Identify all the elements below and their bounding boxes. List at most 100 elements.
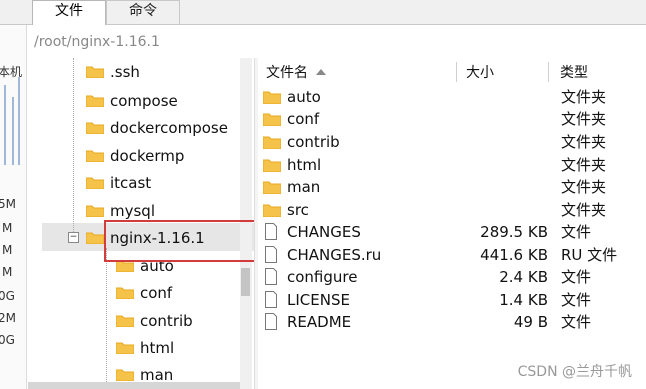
- file-name: configure: [287, 268, 358, 286]
- side-bar-graph: [18, 77, 20, 165]
- collapse-toggle-icon[interactable]: −: [68, 232, 79, 243]
- tree-item[interactable]: conf: [116, 281, 172, 305]
- file-row[interactable]: LICENSE 1.4 KB 文件: [258, 289, 646, 311]
- file-row[interactable]: CHANGES.ru 441.6 KB RU 文件: [258, 244, 646, 266]
- tree-item[interactable]: .ssh: [86, 60, 140, 84]
- side-bar-graph: [4, 85, 6, 165]
- file-name: README: [287, 313, 352, 331]
- file-name: conf: [287, 110, 320, 128]
- tree-item-label: compose: [110, 92, 178, 110]
- folder-icon: [86, 122, 104, 134]
- tree-item-label: .ssh: [110, 63, 140, 81]
- file-name: auto: [287, 88, 321, 106]
- folder-icon: [263, 159, 281, 172]
- column-header-size[interactable]: 大小: [466, 58, 494, 88]
- folder-icon: [263, 91, 281, 104]
- file-type: 文件夹: [561, 156, 607, 174]
- file-size: 2.4 KB: [499, 268, 548, 286]
- file-type: 文件: [561, 268, 592, 286]
- folder-icon: [86, 177, 104, 189]
- path-bar[interactable]: /root/nginx-1.16.1: [32, 25, 646, 57]
- side-bar-graph: [12, 97, 14, 165]
- tree-item[interactable]: compose: [86, 89, 178, 113]
- file-type: 文件: [561, 291, 592, 309]
- folder-icon: [263, 136, 281, 149]
- tree-guide-line: [73, 58, 74, 236]
- side-value: 0G: [0, 289, 15, 303]
- sort-ascending-icon: [316, 69, 326, 75]
- folder-icon: [263, 204, 281, 217]
- file-size: 289.5 KB: [480, 223, 548, 241]
- file-size: 1.4 KB: [499, 291, 548, 309]
- file-name: contrib: [287, 133, 340, 151]
- file-row[interactable]: html 文件夹: [258, 154, 646, 176]
- column-separator[interactable]: [548, 62, 549, 82]
- tree-scrollbar-thumb[interactable]: [241, 268, 250, 296]
- folder-icon: [116, 342, 134, 354]
- left-side-panel: 本机 5M M M M 0G 2M 0G: [0, 25, 27, 389]
- folder-icon: [86, 150, 104, 162]
- folder-icon: [86, 66, 104, 78]
- tree-item[interactable]: dockercompose: [86, 116, 228, 140]
- file-size: 441.6 KB: [480, 246, 548, 264]
- folder-icon: [86, 95, 104, 107]
- tree-item[interactable]: contrib: [116, 309, 193, 333]
- tree-item-label: itcast: [110, 174, 152, 192]
- file-type: 文件夹: [561, 178, 607, 196]
- file-type: 文件夹: [561, 110, 607, 128]
- file-type: 文件: [561, 223, 592, 241]
- document-icon: [265, 268, 277, 285]
- file-name: CHANGES.ru: [287, 246, 382, 264]
- document-icon: [265, 313, 277, 330]
- side-value: M: [2, 221, 13, 235]
- file-name: man: [287, 178, 321, 196]
- tab-files[interactable]: 文件: [32, 0, 106, 25]
- file-row[interactable]: contrib 文件夹: [258, 131, 646, 153]
- folder-icon: [86, 205, 104, 217]
- file-row[interactable]: README 49 B 文件: [258, 311, 646, 333]
- tree-horizontal-scrollbar[interactable]: [28, 382, 240, 389]
- tree-item-label: contrib: [140, 312, 193, 330]
- tree-item[interactable]: itcast: [86, 171, 151, 195]
- folder-icon: [116, 315, 134, 327]
- side-value: M: [2, 243, 13, 257]
- folder-icon: [116, 369, 134, 381]
- file-row[interactable]: man 文件夹: [258, 176, 646, 198]
- file-type: 文件: [561, 313, 592, 331]
- file-type: 文件夹: [561, 133, 607, 151]
- file-list[interactable]: 文件名 大小 类型 auto 文件夹 conf 文件夹 contrib 文件夹 …: [258, 58, 646, 389]
- tree-item-label: dockercompose: [110, 119, 228, 137]
- tab-bar: 文件 命令: [0, 0, 646, 25]
- tree-item-label: dockermp: [110, 147, 185, 165]
- tree-item-label: html: [140, 339, 175, 357]
- column-separator[interactable]: [456, 62, 457, 82]
- watermark: CSDN @兰舟千帆: [517, 364, 632, 380]
- column-name-label: 文件名: [266, 65, 308, 81]
- file-row[interactable]: CHANGES 289.5 KB 文件: [258, 221, 646, 243]
- annotation-highlight-box: [104, 220, 274, 262]
- file-type: RU 文件: [561, 246, 618, 264]
- file-name: html: [287, 156, 322, 174]
- folder-icon: [263, 113, 281, 126]
- tree-item-label: mysql: [110, 202, 155, 220]
- folder-icon: [116, 287, 134, 299]
- file-type: 文件夹: [561, 201, 607, 219]
- file-row[interactable]: auto 文件夹: [258, 86, 646, 108]
- folder-icon: [263, 181, 281, 194]
- folder-open-icon: [86, 232, 104, 244]
- tree-item[interactable]: dockermp: [86, 144, 184, 168]
- tab-commands[interactable]: 命令: [106, 0, 180, 24]
- column-header-name[interactable]: 文件名: [266, 58, 326, 88]
- file-row[interactable]: configure 2.4 KB 文件: [258, 266, 646, 288]
- file-type: 文件夹: [561, 88, 607, 106]
- side-value: 0G: [0, 333, 15, 347]
- tree-item[interactable]: html: [116, 336, 174, 360]
- file-name: src: [287, 201, 309, 219]
- file-row[interactable]: src 文件夹: [258, 199, 646, 221]
- column-header-type[interactable]: 类型: [560, 58, 588, 88]
- document-icon: [265, 246, 277, 263]
- file-name: CHANGES: [287, 223, 361, 241]
- side-value: 5M: [0, 197, 16, 211]
- file-name: LICENSE: [287, 291, 350, 309]
- file-row[interactable]: conf 文件夹: [258, 108, 646, 130]
